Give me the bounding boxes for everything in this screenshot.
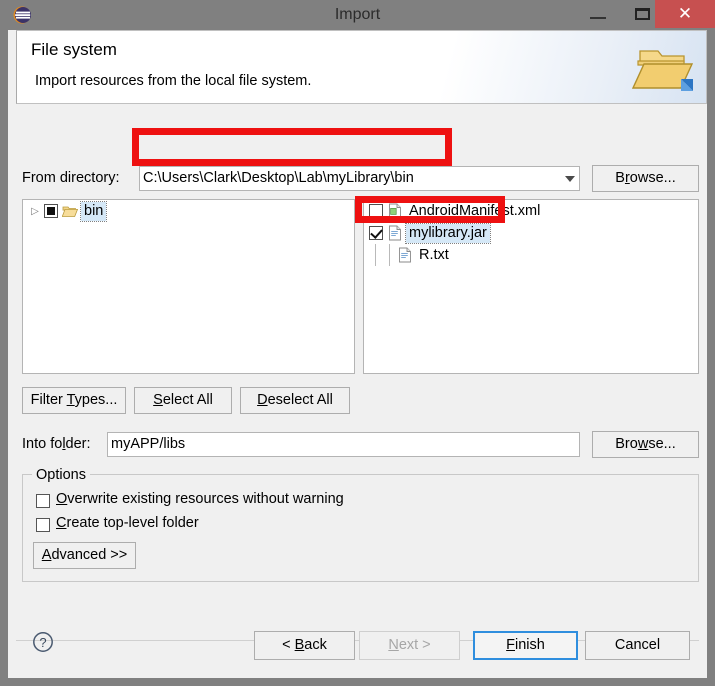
file-icon <box>389 225 401 241</box>
import-dialog-window: Import ✕ File system Import resources fr… <box>0 0 715 686</box>
back-pre: < <box>282 637 295 653</box>
browse-label-post: owse... <box>629 170 676 186</box>
select-all-button[interactable]: Select All <box>134 387 232 414</box>
indent-guide <box>383 244 397 266</box>
chevron-down-icon[interactable] <box>565 176 575 182</box>
filter-types-pre: Filter <box>30 392 67 408</box>
close-button[interactable]: ✕ <box>655 0 715 28</box>
into-folder-input[interactable]: myAPP/libs <box>107 432 580 457</box>
advanced-post: dvanced >> <box>51 547 128 563</box>
page-description: Import resources from the local file sys… <box>35 73 312 89</box>
select-all-post: elect All <box>162 392 213 408</box>
file-list-pane[interactable]: AndroidManifest.xml mylibrary.jar R.txt <box>363 199 699 374</box>
from-directory-label: From directory: <box>22 170 120 186</box>
directory-tree-pane[interactable]: ▷ bin <box>22 199 355 374</box>
minimize-button[interactable] <box>576 0 621 28</box>
minimize-icon <box>590 17 606 19</box>
next-post: ext > <box>398 637 431 653</box>
create-folder-mnemonic: C <box>56 515 67 531</box>
help-question-icon[interactable]: ? <box>32 631 54 653</box>
filter-types-button[interactable]: Filter Types... <box>22 387 126 414</box>
folder-open-icon <box>62 206 78 217</box>
close-icon: ✕ <box>677 4 693 23</box>
create-folder-rest: reate top-level folder <box>66 515 199 531</box>
create-top-level-folder-checkbox[interactable] <box>36 518 50 532</box>
wizard-banner: File system Import resources from the lo… <box>16 30 707 104</box>
open-folder-import-icon <box>632 50 694 91</box>
into-browse-pre: Bro <box>615 436 638 452</box>
select-all-mnemonic: S <box>153 392 163 408</box>
list-item[interactable]: mylibrary.jar <box>364 222 698 244</box>
filter-types-post: ypes... <box>74 392 118 408</box>
browse-label-pre: B <box>615 170 625 186</box>
options-group-title: Options <box>32 467 90 483</box>
back-mnemonic: B <box>294 637 305 653</box>
svg-text:?: ? <box>39 635 46 650</box>
dialog-client-area: File system Import resources from the lo… <box>8 30 707 678</box>
finish-mnemonic: F <box>506 637 516 653</box>
page-title: File system <box>31 40 117 59</box>
file-label[interactable]: R.txt <box>416 246 452 265</box>
tree-node-label[interactable]: bin <box>79 200 108 222</box>
overwrite-rest: verwrite existing resources without warn… <box>67 491 344 507</box>
finish-button[interactable]: Finish <box>473 631 578 660</box>
into-folder-browse-button[interactable]: Browse... <box>592 431 699 458</box>
into-browse-post: se... <box>648 436 676 452</box>
into-folder-label-pre: Into fo <box>22 436 63 452</box>
into-folder-label-post: der: <box>65 436 91 452</box>
file-icon <box>399 247 411 263</box>
file-label[interactable]: AndroidManifest.xml <box>406 202 543 221</box>
title-bar: Import ✕ <box>0 0 715 30</box>
overwrite-mnemonic: O <box>56 491 68 507</box>
cancel-button[interactable]: Cancel <box>585 631 690 660</box>
file-checkbox[interactable] <box>369 226 383 240</box>
from-directory-input[interactable]: C:\Users\Clark\Desktop\Lab\myLibrary\bin <box>139 166 580 191</box>
finish-post: inish <box>515 637 545 653</box>
tree-node-checkbox[interactable] <box>44 204 58 218</box>
file-label[interactable]: mylibrary.jar <box>405 222 491 244</box>
next-mnemonic: N <box>388 637 399 653</box>
create-top-level-folder-label[interactable]: Create top-level folder <box>56 515 199 531</box>
advanced-mnemonic: A <box>41 547 52 563</box>
chevron-right-icon[interactable]: ▷ <box>26 206 44 217</box>
file-checkbox[interactable] <box>369 204 383 218</box>
filter-types-mnemonic: T <box>66 392 75 408</box>
deselect-all-button[interactable]: Deselect All <box>240 387 350 414</box>
indent-guide <box>369 244 383 266</box>
deselect-all-post: eselect All <box>267 392 333 408</box>
advanced-button[interactable]: Advanced >> <box>33 542 136 569</box>
into-browse-mnemonic: w <box>637 436 649 452</box>
maximize-icon <box>635 8 650 20</box>
back-button[interactable]: < Back <box>254 631 355 660</box>
overwrite-label[interactable]: Overwrite existing resources without war… <box>56 491 344 507</box>
list-item[interactable]: R.txt <box>364 244 698 266</box>
overwrite-checkbox[interactable] <box>36 494 50 508</box>
deselect-all-mnemonic: D <box>257 392 268 408</box>
xml-file-icon <box>389 203 401 219</box>
from-directory-browse-button[interactable]: Browse... <box>592 165 699 192</box>
next-button: Next > <box>359 631 460 660</box>
back-post: ack <box>304 637 327 653</box>
tree-row[interactable]: ▷ bin <box>23 200 354 222</box>
list-item[interactable]: AndroidManifest.xml <box>364 200 698 222</box>
into-folder-label: Into folder: <box>22 436 91 452</box>
